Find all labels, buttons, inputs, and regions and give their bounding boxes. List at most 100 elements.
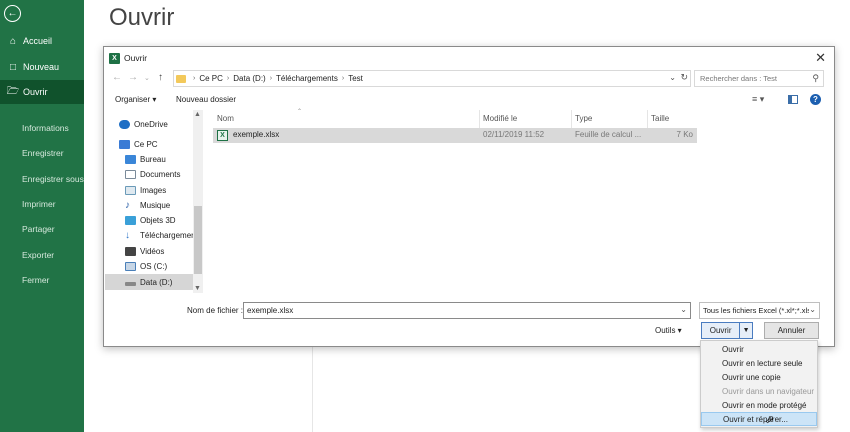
cancel-button[interactable]: Annuler [764, 322, 819, 339]
breadcrumb-item[interactable]: Téléchargements [276, 74, 338, 83]
nav-item-drive-d[interactable]: Data (D:) [105, 274, 193, 290]
nav-scrollbar[interactable]: ▲ ▼ [193, 110, 203, 293]
nav-item-label: OS (C:) [140, 262, 168, 271]
nav-item-pictures[interactable]: Images [125, 186, 166, 195]
drive-icon [125, 262, 136, 271]
nav-item-videos[interactable]: Vidéos [125, 247, 164, 256]
nav-item-label: Bureau [140, 155, 166, 164]
breadcrumb-item[interactable]: Test [348, 74, 363, 83]
sort-arrow-icon: ⌃ [297, 109, 303, 115]
sidebar-item-label: Enregistrer sous [22, 174, 84, 184]
column-header-name[interactable]: Nom [217, 114, 234, 123]
nav-item-label: OneDrive [134, 120, 168, 129]
view-options-icon[interactable]: ≡ ▾ [752, 94, 764, 105]
nav-item-3d-objects[interactable]: Objets 3D [125, 216, 176, 225]
file-type-select[interactable]: Tous les fichiers Excel (*.xl*;*.xls ⌄ [699, 302, 820, 319]
new-document-icon: □ [9, 61, 17, 73]
mouse-cursor-icon: ⬀ [765, 414, 775, 426]
sidebar-item-home[interactable]: ⌂ Accueil [0, 29, 84, 53]
menu-item-open-and-repair[interactable]: Ouvrir et réparer... [701, 412, 817, 426]
column-separator [647, 110, 648, 128]
chevron-down-icon[interactable]: ⌄ [669, 73, 676, 82]
sidebar-item-open[interactable]: 🗁 Ouvrir [0, 80, 84, 104]
folder-icon [176, 74, 186, 83]
nav-item-desktop[interactable]: Bureau [125, 155, 166, 164]
column-header-modified[interactable]: Modifié le [483, 114, 517, 123]
cloud-icon [119, 120, 130, 129]
search-placeholder: Rechercher dans : Test [700, 74, 777, 83]
excel-file-icon: X [217, 130, 228, 141]
cube-icon [125, 216, 136, 225]
file-type-value: Tous les fichiers Excel (*.xl*;*.xls [703, 306, 811, 315]
menu-item-open-copy[interactable]: Ouvrir une copie [701, 370, 817, 384]
scrollbar-thumb[interactable] [194, 206, 202, 274]
nav-item-drive-c[interactable]: OS (C:) [125, 262, 167, 271]
breadcrumb-item[interactable]: Data (D:) [233, 74, 265, 83]
organize-button[interactable]: Organiser ▾ [115, 95, 156, 104]
back-icon[interactable]: ← [112, 72, 122, 83]
sidebar-item-save[interactable]: Enregistrer [0, 141, 84, 165]
sidebar-item-label: Enregistrer [22, 148, 64, 158]
forward-icon[interactable]: → [128, 72, 138, 83]
open-split-button[interactable]: Ouvrir ▼ [701, 322, 753, 339]
sidebar-item-new[interactable]: □ Nouveau [0, 55, 84, 79]
nav-item-onedrive[interactable]: OneDrive [119, 120, 168, 129]
up-arrow-icon[interactable]: ↑ [158, 72, 163, 83]
sidebar-item-close[interactable]: Fermer [0, 268, 84, 292]
new-folder-button[interactable]: Nouveau dossier [176, 95, 236, 104]
caret-down-icon[interactable]: ▼ [740, 327, 752, 334]
sidebar-item-label: Nouveau [23, 62, 60, 72]
search-icon: ⚲ [812, 73, 819, 83]
chevron-right-icon: › [193, 75, 196, 82]
sidebar-item-label: Informations [22, 123, 69, 133]
chevron-right-icon: › [269, 75, 273, 82]
search-input[interactable]: Rechercher dans : Test ⚲ [694, 70, 824, 87]
menu-item-open[interactable]: Ouvrir [701, 342, 817, 356]
menu-item-open-protected[interactable]: Ouvrir en mode protégé [701, 398, 817, 412]
close-icon[interactable]: ✕ [815, 50, 826, 66]
menu-item-open-read-only[interactable]: Ouvrir en lecture seule [701, 356, 817, 370]
excel-icon: X [109, 52, 120, 64]
computer-icon [119, 140, 130, 149]
open-button[interactable]: Ouvrir [702, 323, 741, 338]
filename-value: exemple.xlsx [247, 306, 294, 315]
sidebar-item-info[interactable]: Informations [0, 116, 84, 140]
nav-item-label: Ce PC [134, 140, 158, 149]
filename-input[interactable]: exemple.xlsx ⌄ [243, 302, 691, 319]
file-size: 7 Ko [676, 130, 693, 139]
address-bar[interactable]: › Ce PC › Data (D:) › Téléchargements › … [173, 70, 691, 87]
sidebar-item-save-as[interactable]: Enregistrer sous [0, 167, 84, 191]
drive-icon [125, 282, 136, 286]
help-icon[interactable]: ? [810, 94, 821, 105]
scroll-down-icon[interactable]: ▼ [194, 285, 201, 292]
picture-icon [125, 186, 136, 195]
file-row[interactable]: X exemple.xlsx 02/11/2019 11:52 Feuille … [213, 128, 697, 143]
nav-item-label: Objets 3D [140, 216, 176, 225]
video-icon [125, 247, 136, 256]
column-separator [479, 110, 480, 128]
sidebar-item-export[interactable]: Exporter [0, 243, 84, 267]
tools-button[interactable]: Outils ▾ [655, 326, 682, 335]
scroll-up-icon[interactable]: ▲ [194, 111, 201, 118]
sidebar-item-share[interactable]: Partager [0, 217, 84, 241]
folder-open-icon: 🗁 [6, 85, 20, 97]
nav-item-label: Documents [140, 170, 181, 179]
menu-item-open-in-browser: Ouvrir dans un navigateur [722, 386, 815, 396]
sidebar-item-print[interactable]: Imprimer [0, 192, 84, 216]
breadcrumb-item[interactable]: Ce PC [199, 74, 223, 83]
nav-item-documents[interactable]: Documents [125, 170, 180, 179]
back-arrow-icon[interactable]: ← [4, 5, 21, 22]
refresh-icon[interactable]: ↻ [680, 72, 688, 83]
column-header-type[interactable]: Type [575, 114, 592, 123]
dialog-title: Ouvrir [124, 53, 148, 63]
column-header-size[interactable]: Taille [651, 114, 669, 123]
filename-row: Nom de fichier : exemple.xlsx ⌄ Tous les… [104, 302, 834, 320]
chevron-down-icon[interactable]: ⌄ [809, 305, 816, 314]
recent-chevron-icon[interactable]: ⌄ [144, 74, 150, 82]
nav-item-music[interactable]: ♪ Musique [125, 201, 170, 211]
preview-pane-icon[interactable] [788, 95, 798, 104]
nav-item-downloads[interactable]: ↓ Téléchargements [125, 231, 202, 241]
nav-item-this-pc[interactable]: Ce PC [119, 140, 158, 149]
nav-item-label: Data (D:) [140, 277, 173, 287]
chevron-down-icon[interactable]: ⌄ [680, 305, 687, 314]
